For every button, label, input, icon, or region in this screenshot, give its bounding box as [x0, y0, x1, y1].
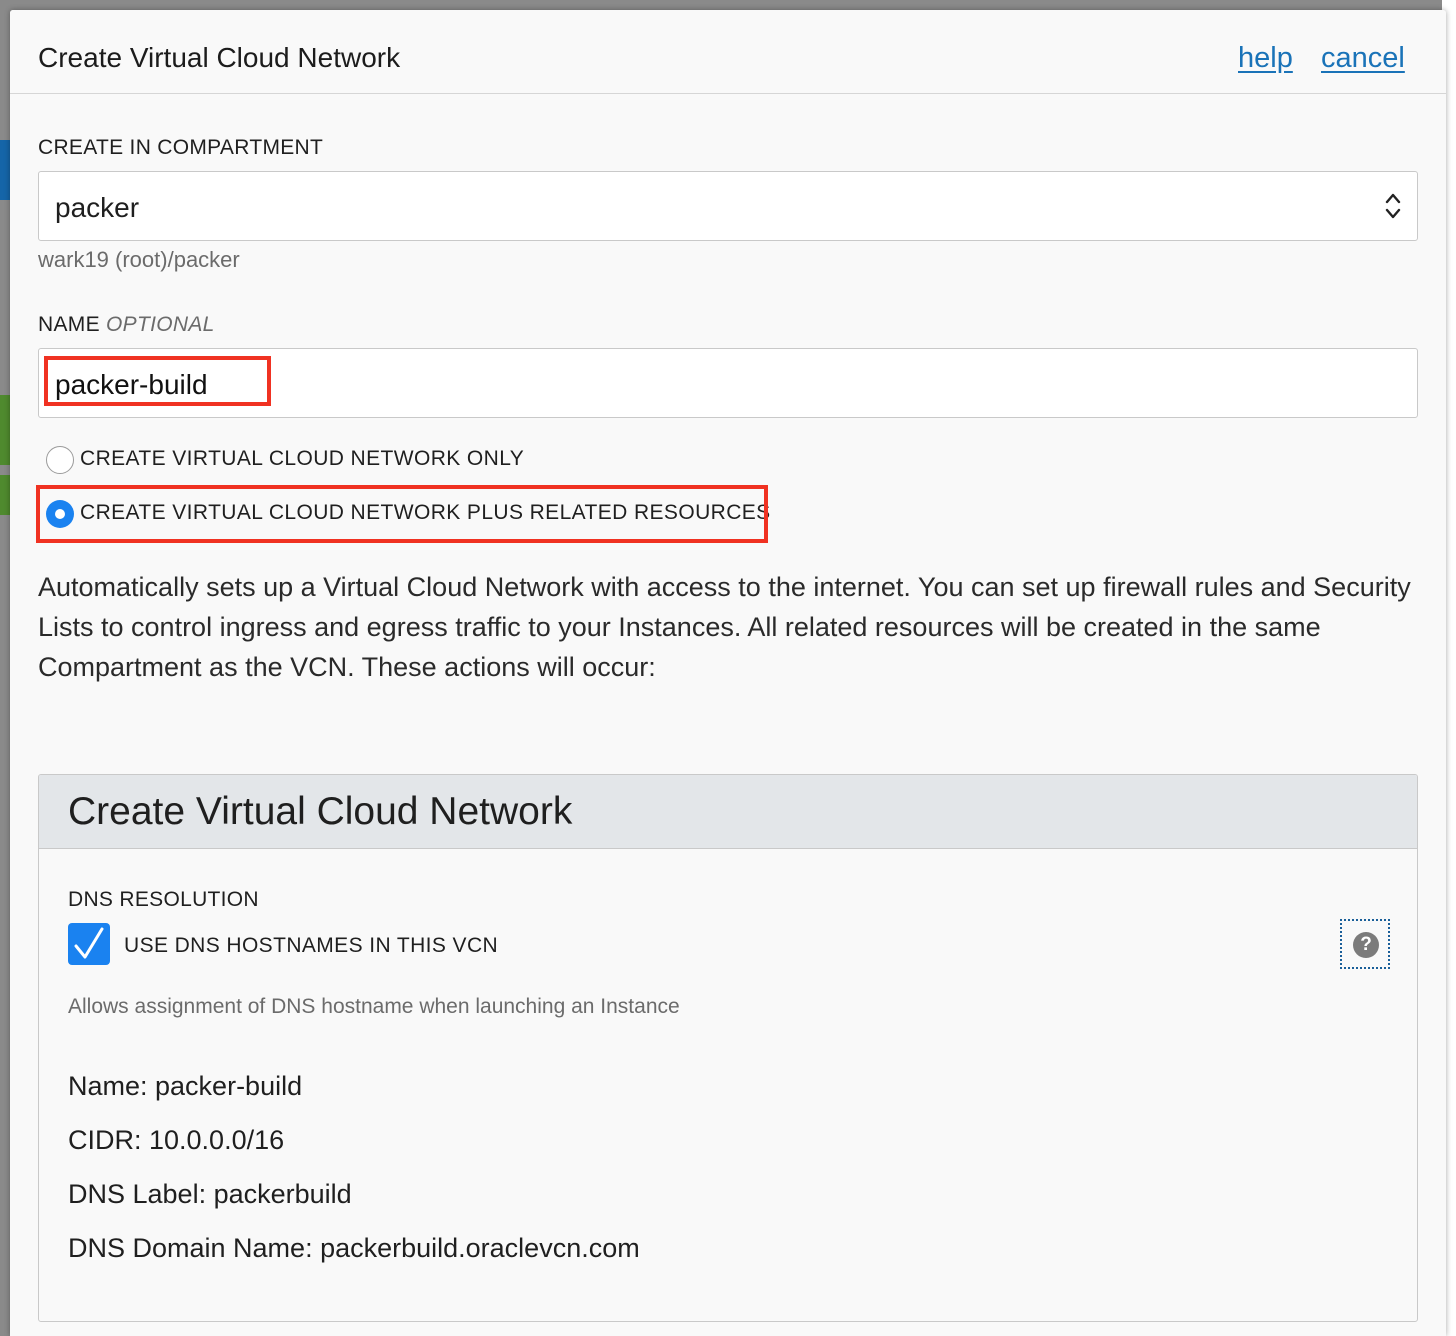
- name-label: NAME OPTIONAL: [38, 313, 215, 337]
- create-vcn-dialog: Create Virtual Cloud Network help cancel…: [10, 10, 1446, 1336]
- background-strip: [0, 140, 10, 200]
- dns-hint: Allows assignment of DNS hostname when l…: [68, 995, 680, 1018]
- panel-header: Create Virtual Cloud Network: [39, 775, 1417, 849]
- select-arrows-icon: [1385, 193, 1401, 219]
- compartment-select[interactable]: packer: [38, 171, 1418, 241]
- dns-hostnames-checkbox[interactable]: [68, 923, 110, 965]
- dialog-title: Create Virtual Cloud Network: [38, 42, 401, 73]
- checkmark-icon: [74, 927, 104, 959]
- radio-label-vcn-only: CREATE VIRTUAL CLOUD NETWORK ONLY: [80, 447, 525, 470]
- dns-help-button[interactable]: ?: [1340, 919, 1390, 969]
- help-link[interactable]: help: [1238, 42, 1293, 75]
- radio-highlight-box: [36, 485, 768, 543]
- summary-dns-label: DNS Label: packerbuild: [68, 1179, 352, 1209]
- summary-cidr: CIDR: 10.0.0.0/16: [68, 1125, 285, 1155]
- dns-resolution-label: DNS RESOLUTION: [68, 888, 259, 911]
- compartment-label: CREATE IN COMPARTMENT: [38, 136, 324, 159]
- name-label-text: NAME: [38, 313, 100, 336]
- summary-name: Name: packer-build: [68, 1071, 303, 1101]
- optional-tag: OPTIONAL: [106, 313, 215, 336]
- panel-title: Create Virtual Cloud Network: [68, 790, 573, 833]
- cancel-link[interactable]: cancel: [1321, 42, 1405, 75]
- dialog-header: Create Virtual Cloud Network help cancel: [10, 10, 1446, 94]
- compartment-path: wark19 (root)/packer: [38, 247, 240, 272]
- description-text: Automatically sets up a Virtual Cloud Ne…: [38, 572, 1411, 682]
- background-strip: [0, 395, 10, 465]
- radio-button-vcn-only[interactable]: [46, 446, 74, 474]
- summary-dns-domain: DNS Domain Name: packerbuild.oraclevcn.c…: [68, 1233, 640, 1263]
- dns-hostnames-label: USE DNS HOSTNAMES IN THIS VCN: [124, 934, 499, 957]
- background-strip: [0, 475, 10, 515]
- compartment-selected-value: packer: [55, 192, 140, 223]
- vcn-details-panel: Create Virtual Cloud Network DNS RESOLUT…: [38, 774, 1418, 1322]
- name-highlight-box: [44, 356, 271, 406]
- question-icon: ?: [1353, 932, 1379, 958]
